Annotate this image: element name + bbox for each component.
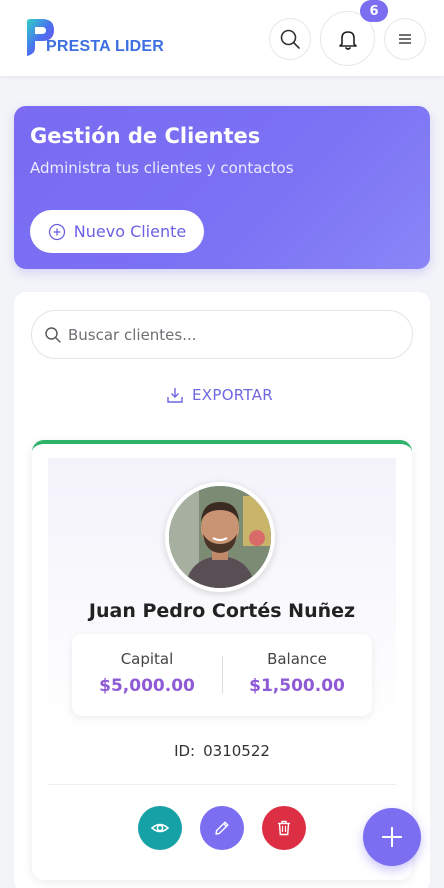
view-client-button[interactable] xyxy=(138,806,182,850)
app-logo[interactable]: PRESTA LIDER xyxy=(24,18,164,60)
client-name: Juan Pedro Cortés Nuñez xyxy=(88,600,356,622)
delete-client-button[interactable] xyxy=(262,806,306,850)
menu-button[interactable] xyxy=(384,18,426,60)
clients-hero-banner: Gestión de Clientes Administra tus clien… xyxy=(14,106,430,269)
client-financials: Capital $5,000.00 Balance $1,500.00 xyxy=(72,634,372,716)
hamburger-menu-icon xyxy=(399,34,411,44)
client-search-input[interactable] xyxy=(68,311,398,358)
notification-count-badge: 6 xyxy=(360,0,388,22)
export-label: EXPORTAR xyxy=(192,386,274,404)
header-search-button[interactable] xyxy=(269,18,311,60)
app-header: PRESTA LIDER 6 xyxy=(0,0,444,76)
client-avatar xyxy=(165,482,275,592)
card-divider xyxy=(48,784,396,785)
trash-icon xyxy=(278,820,290,836)
search-icon xyxy=(45,327,61,343)
capital-label: Capital xyxy=(120,650,174,668)
new-client-button[interactable]: Nuevo Cliente xyxy=(30,210,204,253)
download-icon xyxy=(167,388,183,403)
page-title: Gestión de Clientes xyxy=(30,124,261,148)
pencil-icon xyxy=(215,821,229,835)
capital-block: Capital $5,000.00 xyxy=(72,650,222,696)
export-button[interactable]: EXPORTAR xyxy=(166,384,273,406)
new-client-label: Nuevo Cliente xyxy=(73,222,187,241)
balance-label: Balance xyxy=(267,650,327,668)
client-photo xyxy=(169,486,271,588)
balance-block: Balance $1,500.00 xyxy=(222,650,372,696)
client-id: ID: 0310522 xyxy=(32,742,412,760)
plus-icon xyxy=(382,827,402,847)
eye-icon xyxy=(150,823,170,833)
capital-value: $5,000.00 xyxy=(99,676,195,696)
client-id-label: ID: xyxy=(174,742,196,760)
logo-text-presta: PRESTA xyxy=(46,38,111,55)
balance-value: $1,500.00 xyxy=(249,676,345,696)
client-search-box xyxy=(31,310,413,359)
clients-panel: EXPORTAR Juan Pedro Cortés Nuñez Capital xyxy=(14,292,430,888)
client-id-value: 0310522 xyxy=(203,742,270,760)
client-card[interactable]: Juan Pedro Cortés Nuñez Capital $5,000.0… xyxy=(32,440,412,880)
bell-icon xyxy=(338,30,357,50)
page-subtitle: Administra tus clientes y contactos xyxy=(30,159,294,177)
logo-text-lider: LIDER xyxy=(110,38,164,55)
search-icon xyxy=(280,29,300,49)
plus-circle-icon xyxy=(48,223,65,240)
edit-client-button[interactable] xyxy=(200,806,244,850)
add-fab-button[interactable] xyxy=(363,808,421,866)
